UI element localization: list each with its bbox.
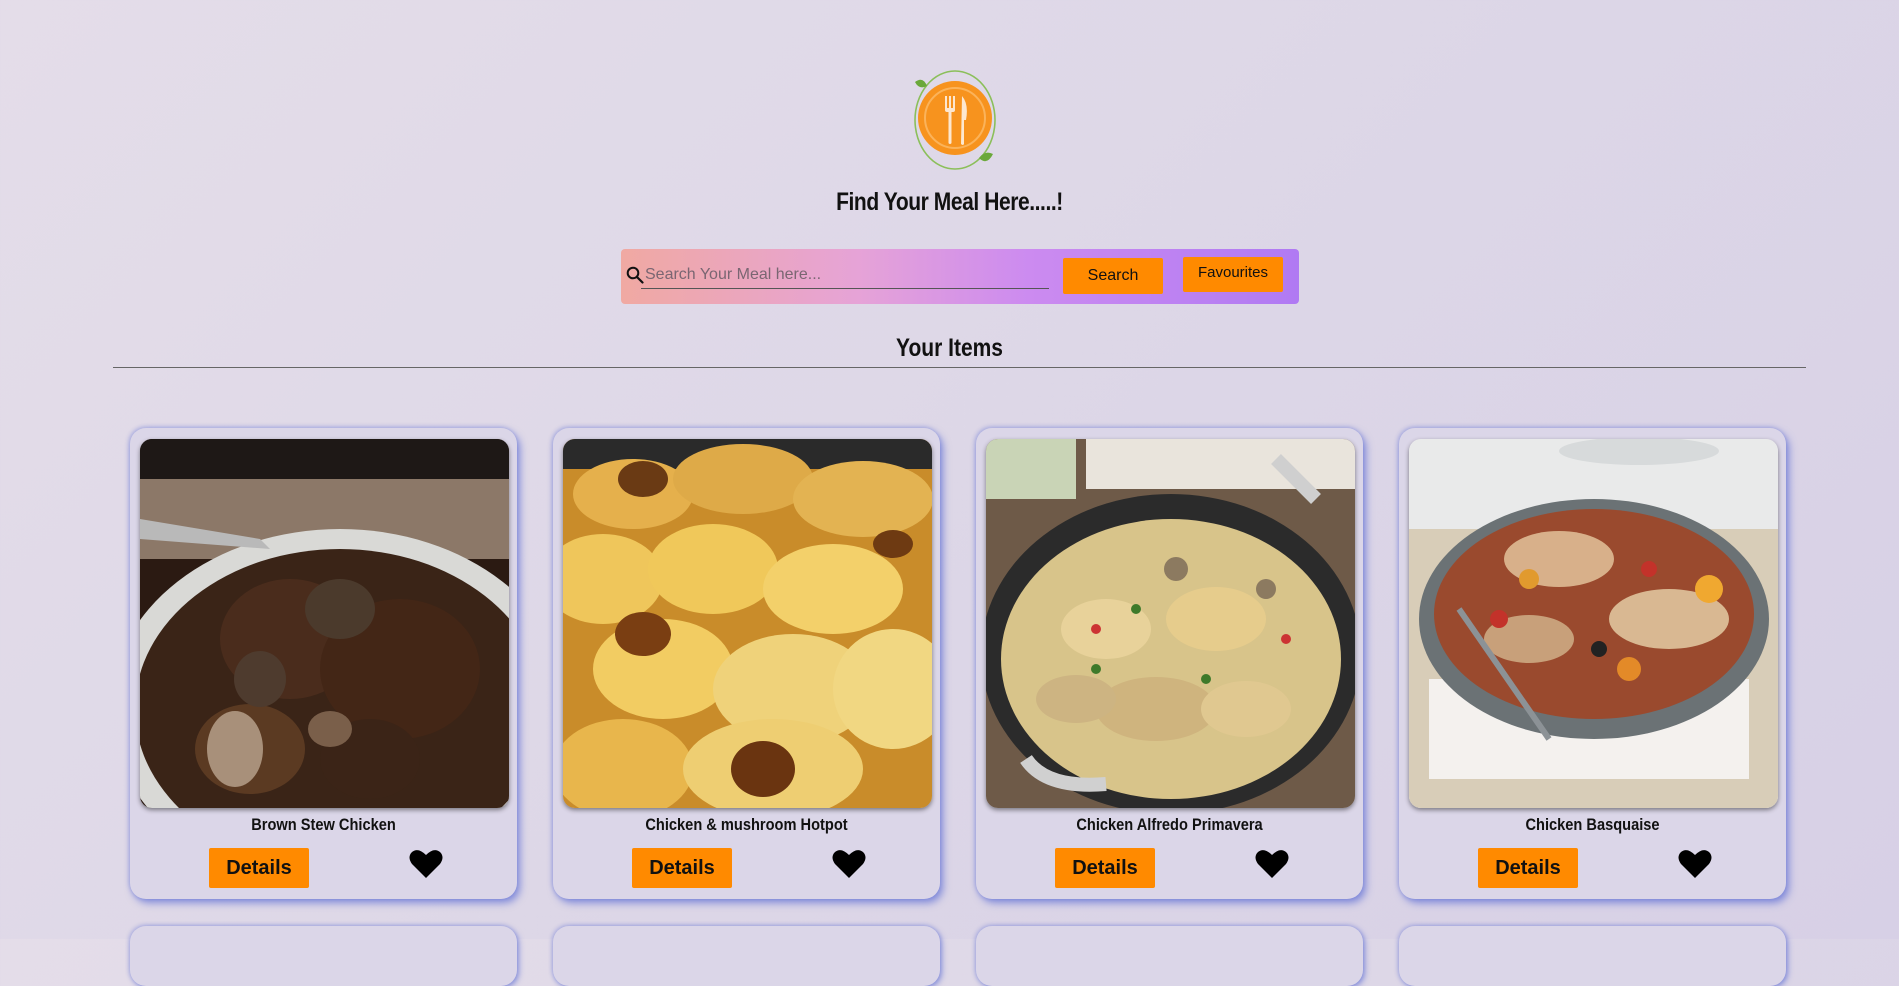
- section-title: Your Items: [896, 334, 1003, 362]
- meal-card: Brown Stew Chicken Details: [130, 428, 517, 899]
- meal-card: [130, 926, 517, 986]
- meal-image: [140, 439, 509, 808]
- meal-card: Chicken & mushroom Hotpot Details: [553, 428, 940, 899]
- search-input[interactable]: [641, 262, 1049, 289]
- fork-knife-plate-logo-icon: [914, 70, 996, 170]
- meal-card: Chicken Basquaise Details: [1399, 428, 1786, 899]
- app-logo: [909, 68, 1001, 174]
- details-button[interactable]: Details: [209, 848, 309, 888]
- details-button[interactable]: Details: [632, 848, 732, 888]
- meal-card: [553, 926, 940, 986]
- details-button[interactable]: Details: [1055, 848, 1155, 888]
- meal-name: Chicken Alfredo Primavera: [1076, 815, 1263, 834]
- meal-image: [563, 439, 932, 808]
- heart-icon[interactable]: [1255, 849, 1289, 879]
- meal-image: [986, 439, 1355, 808]
- search-button[interactable]: Search: [1063, 258, 1163, 294]
- meal-name: Brown Stew Chicken: [251, 815, 396, 834]
- page-title: Find Your Meal Here.....!: [836, 188, 1063, 216]
- heart-icon[interactable]: [1678, 849, 1712, 879]
- search-bar: Search Favourites: [621, 249, 1299, 304]
- heart-icon[interactable]: [409, 849, 443, 879]
- section-divider: [113, 367, 1806, 368]
- meal-card: [1399, 926, 1786, 986]
- meal-name: Chicken & mushroom Hotpot: [645, 815, 848, 834]
- meal-card: [976, 926, 1363, 986]
- meal-card: Chicken Alfredo Primavera Details: [976, 428, 1363, 899]
- meal-name: Chicken Basquaise: [1525, 815, 1660, 834]
- heart-icon[interactable]: [832, 849, 866, 879]
- meal-image: [1409, 439, 1778, 808]
- favourites-button[interactable]: Favourites: [1183, 257, 1283, 292]
- details-button[interactable]: Details: [1478, 848, 1578, 888]
